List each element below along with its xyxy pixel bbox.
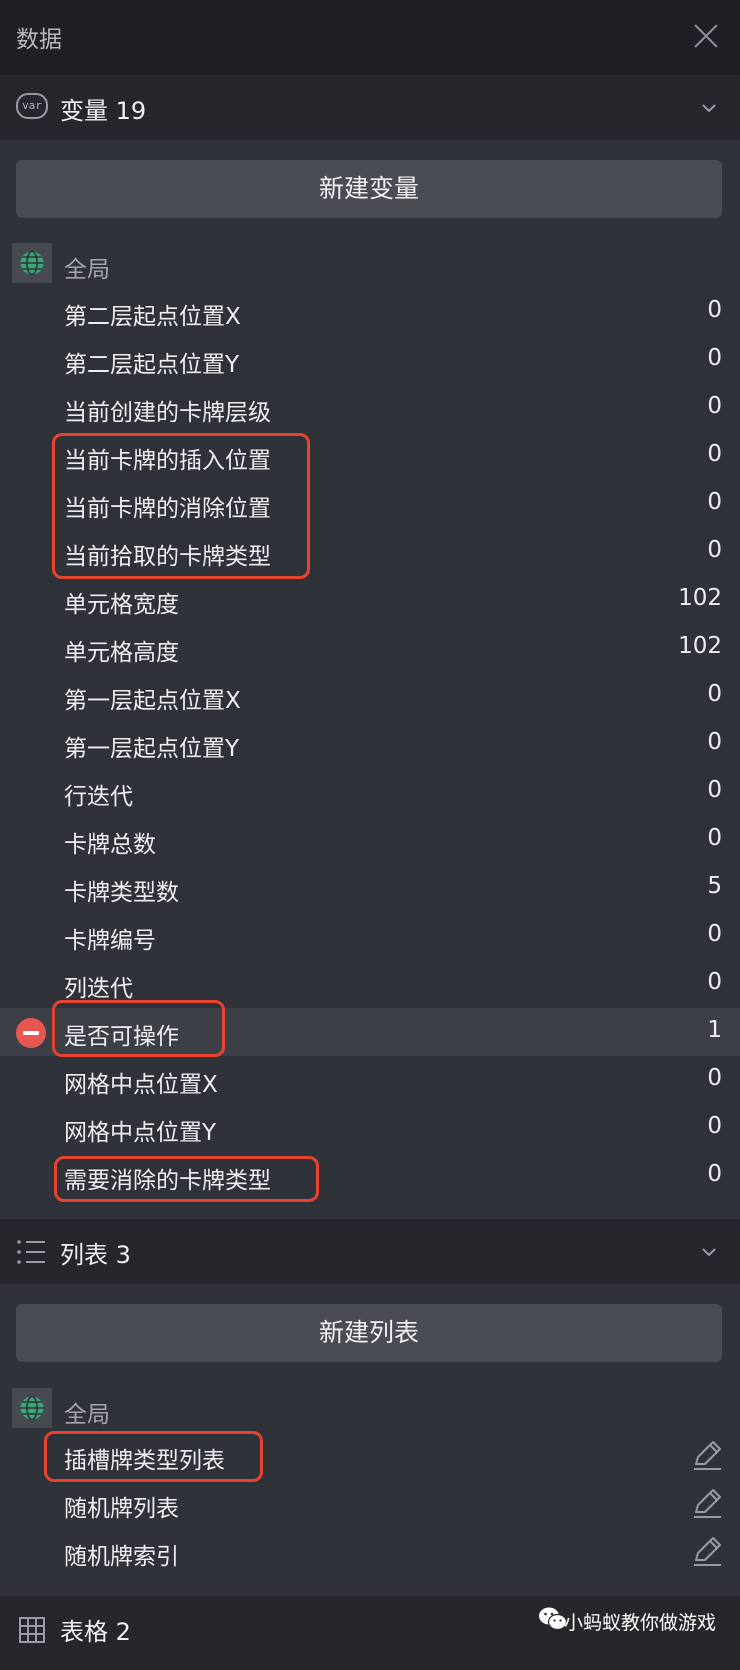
variable-name: 第二层起点位置Y [64,352,240,378]
globe-icon [12,1388,52,1428]
list-name: 随机牌索引 [64,1544,179,1570]
lists-section-header[interactable]: 列表 3 [0,1219,740,1284]
variable-value: 0 [707,345,722,371]
panel-titlebar: 数据 [0,0,740,75]
variable-value: 0 [707,393,722,419]
globe-icon [12,243,52,283]
variable-row[interactable]: 第二层起点位置Y 0 [0,336,740,384]
variable-name: 列迭代 [64,976,133,1002]
variable-name: 行迭代 [64,784,133,810]
chevron-down-icon[interactable] [700,99,718,117]
variable-value: 0 [707,1161,722,1187]
highlight-box [54,1156,319,1202]
variable-name: 卡牌编号 [64,928,156,954]
variable-row[interactable]: 第一层起点位置Y 0 [0,720,740,768]
variable-row[interactable]: 第一层起点位置X 0 [0,672,740,720]
list-row[interactable]: 随机牌列表 [0,1480,740,1528]
variable-name: 卡牌总数 [64,832,156,858]
pencil-icon[interactable] [690,1534,724,1568]
new-list-button[interactable]: 新建列表 [16,1304,722,1362]
variable-value: 0 [707,1065,722,1091]
variable-value: 0 [707,681,722,707]
list-row[interactable]: 随机牌索引 [0,1528,740,1576]
highlight-box [52,1000,225,1057]
variable-row[interactable]: 卡牌总数 0 [0,816,740,864]
variable-value: 0 [707,441,722,467]
variable-row[interactable]: 行迭代 0 [0,768,740,816]
variable-name: 第一层起点位置X [64,688,241,714]
pencil-icon[interactable] [690,1486,724,1520]
variable-value: 0 [707,969,722,995]
highlight-box [44,1431,263,1482]
variable-value: 0 [707,537,722,563]
variables-scope-label: 全局 [64,257,110,283]
variable-row[interactable]: 卡牌编号 0 [0,912,740,960]
variable-name: 单元格高度 [64,640,179,666]
variables-header-label: 变量 19 [60,97,147,125]
variable-value: 0 [707,777,722,803]
variable-row[interactable]: 当前创建的卡牌层级 0 [0,384,740,432]
variable-name: 当前创建的卡牌层级 [64,400,271,426]
new-variable-button[interactable]: 新建变量 [16,160,722,218]
variables-section-header[interactable]: var 变量 19 [0,75,740,140]
lists-header-label: 列表 3 [60,1241,131,1269]
chevron-down-icon[interactable] [700,1243,718,1261]
variable-name: 第一层起点位置Y [64,736,240,762]
variable-value: 0 [707,489,722,515]
variable-name: 网格中点位置X [64,1072,218,1098]
variable-value: 0 [707,297,722,323]
watermark-text: 小蚂蚁教你做游戏 [563,1612,716,1634]
lists-scope-label: 全局 [64,1402,110,1428]
table-icon [19,1617,45,1643]
tables-header-label: 表格 2 [60,1618,131,1646]
variable-value: 102 [678,633,722,659]
variable-row[interactable]: 网格中点位置X 0 [0,1056,740,1104]
variable-row[interactable]: 单元格宽度 102 [0,576,740,624]
variable-value: 0 [707,825,722,851]
variable-value: 1 [707,1017,722,1043]
remove-icon[interactable] [16,1018,46,1048]
close-icon[interactable] [692,22,720,50]
variable-row[interactable]: 网格中点位置Y 0 [0,1104,740,1152]
variable-row[interactable]: 单元格高度 102 [0,624,740,672]
highlight-box [52,433,310,579]
variable-value: 5 [707,873,722,899]
variable-name: 卡牌类型数 [64,880,179,906]
variable-value: 0 [707,1113,722,1139]
variable-row[interactable]: 卡牌类型数 5 [0,864,740,912]
panel-title: 数据 [16,27,62,53]
variable-value: 0 [707,921,722,947]
variable-name: 单元格宽度 [64,592,179,618]
list-name: 随机牌列表 [64,1496,179,1522]
var-icon: var [16,93,48,119]
list-icon [17,1240,45,1264]
variable-row[interactable]: 第二层起点位置X 0 [0,288,740,336]
variable-value: 0 [707,729,722,755]
variable-name: 网格中点位置Y [64,1120,217,1146]
variable-name: 第二层起点位置X [64,304,241,330]
variable-value: 102 [678,585,722,611]
pencil-icon[interactable] [690,1438,724,1472]
